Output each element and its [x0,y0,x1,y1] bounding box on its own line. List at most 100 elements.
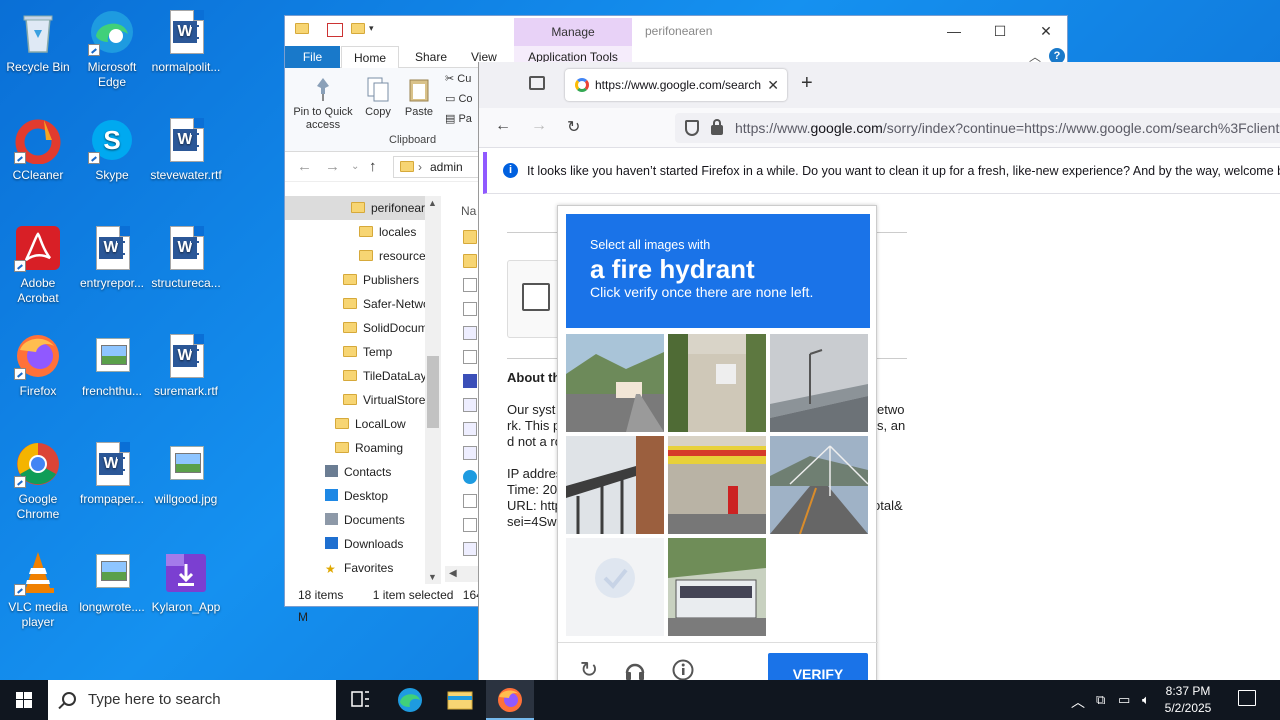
tab-home[interactable]: Home [341,46,400,69]
structureca-file[interactable]: W structureca... [148,224,224,291]
folder-icon[interactable] [463,254,477,268]
tree-item[interactable]: Publishers [285,268,425,292]
recaptcha-checkbox[interactable] [522,283,550,311]
exe-icon[interactable] [463,374,477,388]
image-tile[interactable] [668,538,766,636]
tab-share[interactable]: Share [403,46,459,68]
tree-item[interactable]: VirtualStore [285,388,425,412]
tree-item[interactable]: LocalLow [285,412,425,436]
paste-button[interactable]: Paste [403,76,435,119]
tree-item[interactable]: Contacts [285,460,425,484]
settings-file-icon[interactable] [463,446,477,460]
folder-icon[interactable] [463,230,477,244]
forward-arrow-icon[interactable]: → [531,117,547,135]
pin-quick-access-button[interactable]: Pin to Quick access [291,76,355,132]
task-view-button[interactable] [336,680,384,720]
chrome-shortcut[interactable]: Google Chrome [0,440,76,522]
close-button[interactable]: ✕ [1023,20,1069,42]
forward-arrow-icon[interactable]: → [325,158,340,175]
willgood-file[interactable]: willgood.jpg [148,440,224,507]
edge-shortcut[interactable]: Microsoft Edge [74,8,150,90]
image-tile-selected[interactable] [566,538,664,636]
nav-pane-scrollbar[interactable]: ▲ ▼ [425,196,441,584]
normalpolit-file[interactable]: W normalpolit... [148,8,224,75]
stevewater-file[interactable]: W stevewater.rtf [148,116,224,183]
lock-icon[interactable] [711,119,723,135]
taskbar-firefox-button[interactable] [486,680,534,720]
scroll-thumb[interactable] [427,356,439,428]
settings-file-icon[interactable] [463,542,477,556]
skype-shortcut[interactable]: S Skype [74,116,150,183]
tree-item[interactable]: Temp [285,340,425,364]
tree-item[interactable]: Safer-Netwo [285,292,430,316]
vlc-shortcut[interactable]: VLC media player [0,548,76,630]
taskbar-explorer-button[interactable] [436,680,484,720]
settings-file-icon[interactable] [463,398,477,412]
start-button[interactable] [0,680,48,720]
tree-item[interactable]: perifonear [285,196,425,220]
url-bar[interactable]: https://www.google.com/sorry/index?conti… [675,113,1280,143]
back-arrow-icon[interactable]: ← [297,158,312,175]
image-tile[interactable] [770,334,868,432]
tree-item[interactable]: locales [285,220,425,244]
settings-file-icon[interactable] [463,326,477,340]
frenchthu-file[interactable]: frenchthu... [74,332,150,399]
new-folder-icon[interactable] [351,23,365,34]
up-arrow-icon[interactable]: ↑ [369,158,377,175]
taskbar-search-box[interactable]: Type here to search [48,680,336,720]
file-icon[interactable] [463,278,477,292]
audio-challenge-icon[interactable] [624,659,646,681]
tree-item[interactable]: Roaming [285,436,425,460]
recycle-bin-shortcut[interactable]: Recycle Bin [0,8,76,75]
entryrepor-file[interactable]: W entryrepor... [74,224,150,291]
browser-tab[interactable]: https://www.google.com/search ✕ [565,69,787,101]
frompaper-file[interactable]: W frompaper... [74,440,150,507]
reload-challenge-icon[interactable]: ↻ [578,659,600,681]
file-icon[interactable] [463,494,477,508]
file-icon[interactable] [463,518,477,532]
image-tile[interactable] [566,334,664,432]
edge-file-icon[interactable] [463,470,477,484]
copy-button[interactable]: Copy [363,76,393,119]
minimize-button[interactable]: — [931,20,977,42]
reload-icon[interactable]: ↻ [567,117,580,137]
file-icon[interactable] [463,302,477,316]
tree-item[interactable]: resource [285,244,426,268]
manage-contextual-tab[interactable]: Manage [514,18,632,46]
cut-button[interactable]: ✂ Cu [445,72,471,85]
image-tile[interactable] [770,436,868,534]
tree-item[interactable]: Desktop [285,484,425,508]
tree-item[interactable]: ★ Favorites [285,556,425,580]
meet-now-icon[interactable]: ⧉ [1096,692,1105,708]
info-icon[interactable] [672,659,694,681]
recaptcha-challenge[interactable]: Select all images with a fire hydrant Cl… [557,205,878,695]
notifications-icon[interactable] [1238,690,1256,706]
settings-file-icon[interactable] [463,422,477,436]
recent-locations-icon[interactable]: ⌄ [351,161,359,172]
tab-manager-icon[interactable] [529,76,545,90]
scroll-down-icon[interactable]: ▼ [428,572,437,582]
image-tile[interactable] [566,436,664,534]
address-bar[interactable]: › admin [393,156,483,178]
tree-item[interactable]: Downloads [285,532,425,556]
network-icon[interactable]: ▭ [1118,692,1130,708]
volume-icon[interactable]: 🔈︎ [1142,692,1150,708]
suremark-file[interactable]: W suremark.rtf [148,332,224,399]
copy-path-button[interactable]: ▭ Co [445,92,473,105]
close-tab-icon[interactable]: ✕ [767,69,779,101]
kylaron-app-file[interactable]: Kylaron_App [148,548,224,615]
column-header-name[interactable]: Na [461,204,476,218]
back-arrow-icon[interactable]: ← [495,117,511,135]
scroll-up-icon[interactable]: ▲ [428,198,437,208]
clock[interactable]: 8:37 PM 5/2/2025 [1150,683,1226,717]
show-hidden-icons-icon[interactable]: ︿ [1071,692,1085,712]
file-icon[interactable] [463,350,477,364]
taskbar-edge-button[interactable] [386,680,434,720]
image-tile-empty[interactable] [770,538,868,636]
image-tile[interactable] [668,436,766,534]
tree-item[interactable]: TileDataLaye [285,364,433,388]
acrobat-shortcut[interactable]: Adobe Acrobat [0,224,76,306]
tab-file[interactable]: File [285,46,340,68]
tree-item[interactable]: SolidDocum [285,316,428,340]
paste-shortcut-button[interactable]: ▤ Pa [445,112,472,125]
